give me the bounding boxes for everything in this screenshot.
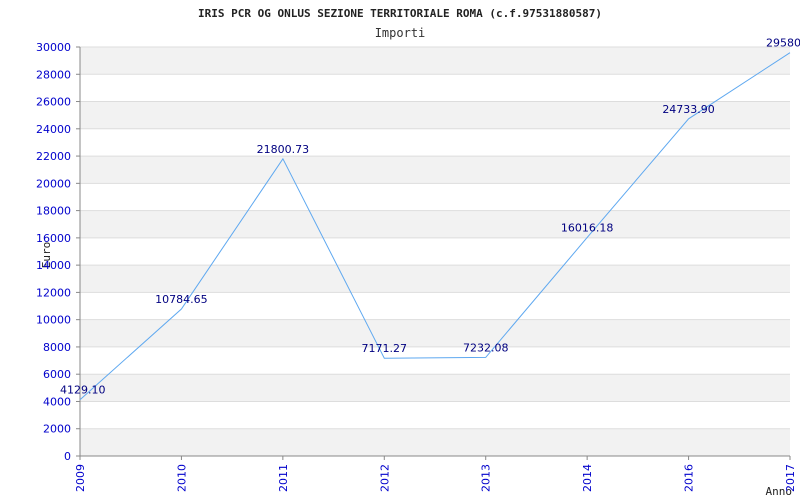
x-tick-label: 2014: [581, 464, 594, 492]
data-label: 16016.18: [561, 222, 614, 235]
data-label: 7232.08: [463, 341, 509, 354]
data-label: 21800.73: [257, 143, 310, 156]
y-tick-label: 24000: [36, 123, 71, 136]
grid-band: [80, 374, 790, 402]
chart-title: IRIS PCR OG ONLUS SEZIONE TERRITORIALE R…: [198, 7, 602, 20]
y-tick-label: 28000: [36, 68, 71, 81]
y-tick-label: 2000: [43, 423, 71, 436]
data-label: 4129.10: [60, 384, 106, 397]
y-tick-label: 22000: [36, 150, 71, 163]
x-tick-label: 2016: [683, 464, 696, 492]
grid-band: [80, 47, 790, 75]
data-label: 29580.: [766, 37, 800, 50]
data-label: 10784.65: [155, 293, 208, 306]
y-tick-label: 4000: [43, 395, 71, 408]
grid-band: [80, 156, 790, 184]
y-tick-label: 16000: [36, 232, 71, 245]
chart-subtitle: Importi: [375, 26, 426, 40]
grid-band: [80, 428, 790, 456]
y-tick-label: 12000: [36, 286, 71, 299]
y-tick-label: 18000: [36, 205, 71, 218]
grid-band: [80, 265, 790, 293]
y-tick-label: 30000: [36, 41, 71, 54]
data-label: 7171.27: [362, 342, 408, 355]
y-tick-label: 6000: [43, 368, 71, 381]
line-chart: IRIS PCR OG ONLUS SEZIONE TERRITORIALE R…: [36, 7, 800, 498]
y-tick-label: 10000: [36, 314, 71, 327]
x-tick-label: 2009: [74, 464, 87, 492]
x-tick-labels: 2009 2010 2011 2012 2013 2014 2016 2017: [74, 464, 797, 492]
x-tick-label: 2012: [378, 464, 391, 492]
y-tick-label: 20000: [36, 177, 71, 190]
x-tick-label: 2010: [175, 464, 188, 492]
x-tick-label: 2011: [277, 464, 290, 492]
x-tick-label: 2017: [784, 464, 797, 492]
grid-band: [80, 210, 790, 238]
y-tick-label: 8000: [43, 341, 71, 354]
x-tick-label: 2013: [480, 464, 493, 492]
y-tick-label: 0: [64, 450, 71, 463]
y-tick-label: 26000: [36, 96, 71, 109]
data-label: 24733.90: [662, 103, 715, 116]
grid-band: [80, 319, 790, 347]
y-tick-label: 14000: [36, 259, 71, 272]
